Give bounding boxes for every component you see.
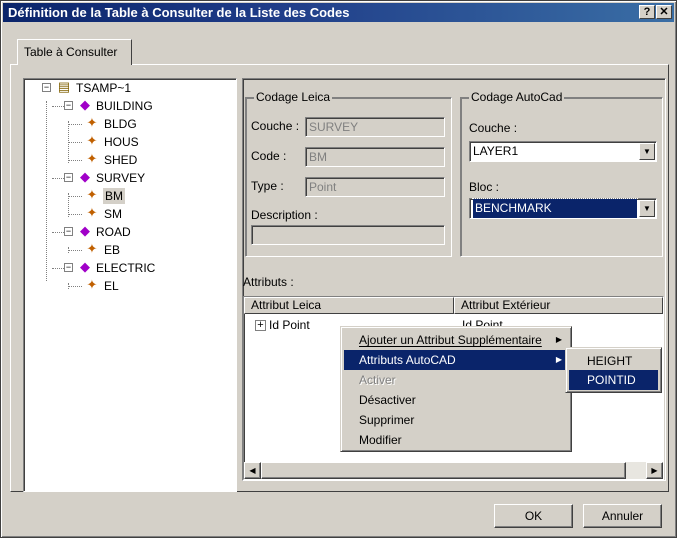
combo-bloc-value: BENCHMARK (472, 198, 638, 219)
field-description-leica (251, 225, 445, 245)
tree-node-hous[interactable]: HOUS (104, 133, 139, 151)
label-description-leica: Description : (251, 208, 318, 222)
column-header-exterieur[interactable]: Attribut Extérieur (454, 297, 663, 314)
help-button[interactable]: ? (639, 5, 655, 19)
layer-group-icon: ◆ (80, 223, 90, 238)
tree-node-root[interactable]: TSAMP~1 (76, 79, 131, 97)
context-menu: Ajouter un Attribut Supplémentaire ▶ Att… (340, 326, 572, 452)
tree-node-shed[interactable]: SHED (104, 151, 137, 169)
code-icon: ✦ (86, 277, 98, 292)
menu-item-ajouter[interactable]: Ajouter un Attribut Supplémentaire ▶ (344, 330, 568, 350)
code-tree[interactable]: − ▤ TSAMP~1 − ◆ BUILDING ✦ BLDG ✦ HOUS ✦… (23, 78, 237, 492)
tree-expander-electric[interactable]: − (64, 263, 73, 272)
menu-item-activer: Activer (359, 373, 396, 387)
tree-node-bldg[interactable]: BLDG (104, 115, 137, 133)
triangle-right-icon: ▶ (555, 355, 562, 364)
combo-couche-value: LAYER1 (473, 144, 519, 158)
code-icon: ✦ (86, 187, 98, 202)
group-title-leica: Codage Leica (254, 90, 333, 104)
code-icon: ✦ (86, 151, 98, 166)
submenu-attributs-autocad: HEIGHT POINTID (565, 347, 662, 393)
submenu-item-height[interactable]: HEIGHT (569, 351, 658, 371)
scroll-left-icon[interactable]: ◀ (244, 462, 261, 479)
label-code-leica: Code : (251, 149, 287, 163)
triangle-down-icon[interactable]: ▼ (639, 200, 655, 217)
layer-group-icon: ◆ (80, 259, 90, 274)
dialog-window: Définition de la Table à Consulter de la… (0, 0, 677, 538)
label-couche-autocad: Couche : (469, 121, 518, 135)
submenu-item-pointid[interactable]: POINTID (569, 370, 658, 390)
tree-node-electric[interactable]: ELECTRIC (96, 259, 155, 277)
close-button[interactable]: ✕ (656, 5, 672, 19)
attribute-row-leica[interactable]: Id Point (269, 318, 310, 332)
triangle-right-icon: ▶ (555, 335, 562, 344)
tree-node-road[interactable]: ROAD (96, 223, 131, 241)
tab-table-a-consulter[interactable]: Table à Consulter (17, 39, 132, 65)
menu-item-attributs-autocad-label: Attributs AutoCAD (359, 353, 456, 367)
menu-item-ajouter-label: Ajouter un Attribut Supplémentaire (359, 333, 542, 347)
label-bloc-autocad: Bloc : (469, 180, 500, 194)
field-code-leica: BM (305, 147, 445, 167)
code-icon: ✦ (86, 115, 98, 130)
field-couche-leica: SURVEY (305, 117, 445, 137)
group-codage-autocad: Codage AutoCad Couche : LAYER1 ▼ Bloc : … (460, 90, 663, 257)
layer-group-icon: ◆ (80, 169, 90, 184)
tree-expander-road[interactable]: − (64, 227, 73, 236)
ok-button[interactable]: OK (494, 504, 573, 528)
scroll-thumb[interactable] (261, 462, 626, 479)
window-title: Définition de la Table à Consulter de la… (8, 5, 350, 20)
menu-item-attributs-autocad[interactable]: Attributs AutoCAD ▶ (344, 350, 568, 370)
tree-expander-survey[interactable]: − (64, 173, 73, 182)
tree-node-sm[interactable]: SM (104, 205, 122, 223)
label-attributs: Attributs : (243, 275, 294, 289)
code-icon: ✦ (86, 205, 98, 220)
code-icon: ✦ (86, 133, 98, 148)
tree-expander-root[interactable]: − (42, 83, 51, 92)
scroll-right-icon[interactable]: ▶ (646, 462, 663, 479)
code-icon: ✦ (86, 241, 98, 256)
tree-expander-building[interactable]: − (64, 101, 73, 110)
database-icon: ▤ (57, 79, 71, 94)
layer-group-icon: ◆ (80, 97, 90, 112)
tree-node-bm[interactable]: BM (103, 188, 125, 204)
tree-node-survey[interactable]: SURVEY (96, 169, 145, 187)
attribute-row-expander[interactable]: + (255, 320, 266, 331)
tree-node-eb[interactable]: EB (104, 241, 120, 259)
menu-item-supprimer[interactable]: Supprimer (344, 410, 568, 430)
combo-bloc-autocad[interactable]: BENCHMARK ▼ (469, 198, 657, 219)
menu-item-modifier[interactable]: Modifier (344, 430, 568, 450)
label-type-leica: Type : (251, 179, 284, 193)
annuler-button[interactable]: Annuler (583, 504, 662, 528)
group-title-autocad: Codage AutoCad (469, 90, 565, 104)
horizontal-scrollbar[interactable]: ◀ ▶ (244, 462, 663, 479)
tree-node-el[interactable]: EL (104, 277, 119, 295)
label-couche-leica: Couche : (251, 119, 300, 133)
column-header-leica[interactable]: Attribut Leica (244, 297, 454, 314)
group-codage-leica: Codage Leica Couche : SURVEY Code : BM T… (245, 90, 452, 257)
combo-couche-autocad[interactable]: LAYER1 ▼ (469, 141, 657, 162)
tree-node-building[interactable]: BUILDING (96, 97, 153, 115)
triangle-down-icon[interactable]: ▼ (639, 143, 655, 160)
title-bar: Définition de la Table à Consulter de la… (3, 3, 674, 22)
field-type-leica: Point (305, 177, 445, 197)
menu-item-desactiver[interactable]: Désactiver (344, 390, 568, 410)
